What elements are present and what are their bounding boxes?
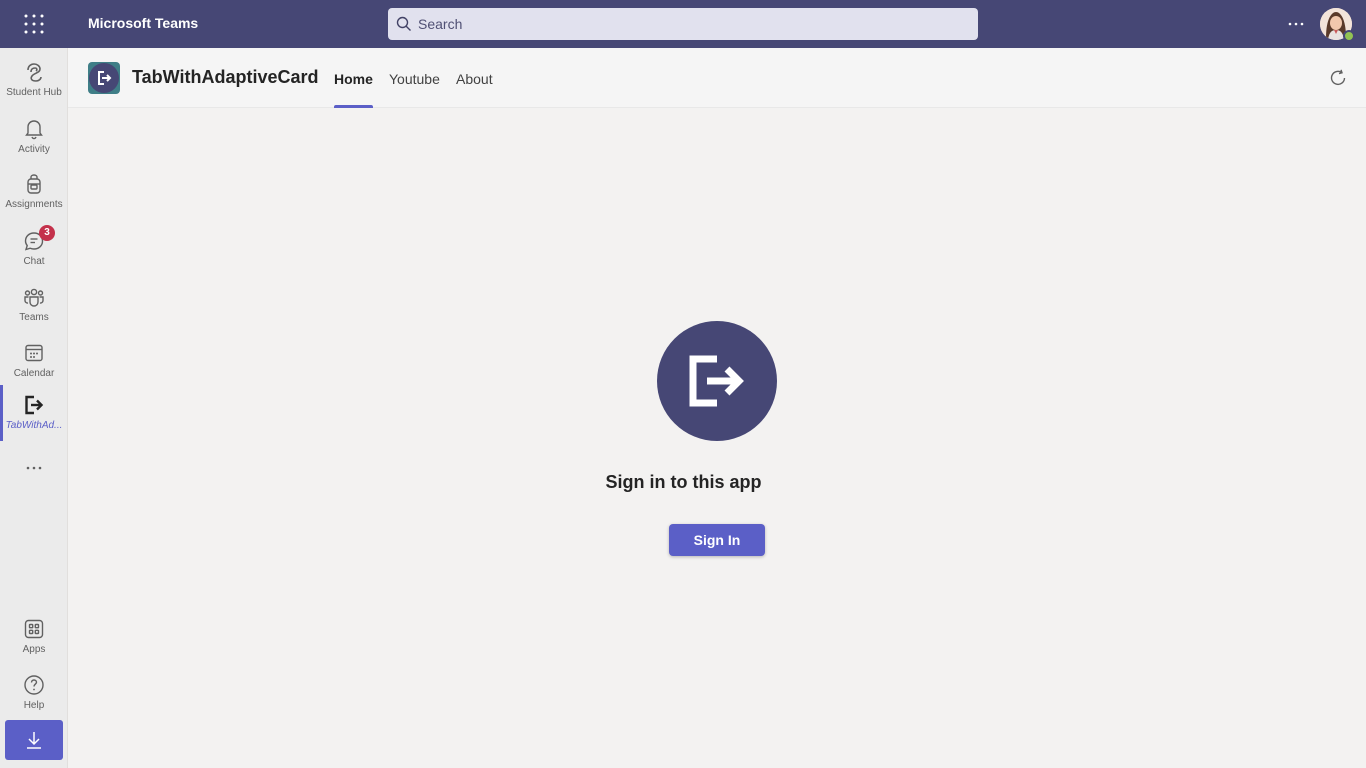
bell-icon [25,120,43,140]
rail-label: Assignments [5,199,63,210]
download-icon [27,732,41,749]
chat-unread-badge: 3 [39,225,55,241]
rail-item-teams[interactable]: Teams [0,277,68,333]
app-name: Microsoft Teams [88,15,199,31]
signin-heading-row: Sign in to this app [0,472,1366,493]
app-title: TabWithAdaptiveCard [132,67,319,87]
rail-label: Help [23,700,45,711]
tab-youtube[interactable]: Youtube [389,48,440,108]
avatar[interactable] [1320,8,1355,42]
more-options-icon[interactable] [1284,14,1308,34]
app-header: TabWithAdaptiveCard Home Youtube About [68,48,1366,108]
tab-home[interactable]: Home [334,48,373,108]
tab-about[interactable]: About [456,48,493,108]
app-signout-icon [25,395,44,415]
rail-label: Student Hub [6,87,62,98]
presence-available-icon [1343,30,1355,42]
rail-item-activity[interactable]: Activity [0,109,68,165]
search-box[interactable] [388,8,978,40]
rail-item-calendar[interactable]: Calendar [0,333,68,389]
rail-label: Teams [19,312,49,323]
download-button[interactable] [5,720,63,760]
sign-in-button[interactable]: Sign In [669,524,765,556]
left-rail: Student Hub Activity Assignments 3 Chat [0,48,68,768]
rail-item-apps[interactable]: Apps [0,609,68,665]
signin-heading: Sign in to this app [605,472,762,492]
app-signout-icon [98,71,112,85]
rail-label: Calendar [13,368,55,379]
rail-item-tabwithadaptivecard[interactable]: TabWithAd... [0,385,68,441]
apps-grid-icon [24,619,44,639]
teams-icon [24,288,44,307]
calendar-icon [25,344,43,362]
rail-item-chat[interactable]: 3 Chat [0,221,68,277]
app-launcher-icon[interactable] [24,14,44,34]
app-large-logo [657,321,777,441]
search-input[interactable] [418,8,968,40]
rail-item-help[interactable]: Help [0,665,68,721]
backpack-icon [27,174,41,194]
search-icon [396,16,411,31]
rail-label: TabWithAd... [5,420,63,431]
refresh-icon[interactable] [1328,68,1348,88]
rail-label: Apps [22,644,46,655]
rail-item-student-hub[interactable]: Student Hub [0,52,68,108]
help-icon [24,675,44,695]
app-signout-icon [689,355,744,407]
student-hub-icon [27,63,42,82]
app-logo [88,62,120,94]
rail-label: Activity [18,144,50,155]
rail-label: Chat [23,256,45,267]
top-bar: Microsoft Teams [0,0,1366,48]
rail-item-assignments[interactable]: Assignments [0,164,68,220]
